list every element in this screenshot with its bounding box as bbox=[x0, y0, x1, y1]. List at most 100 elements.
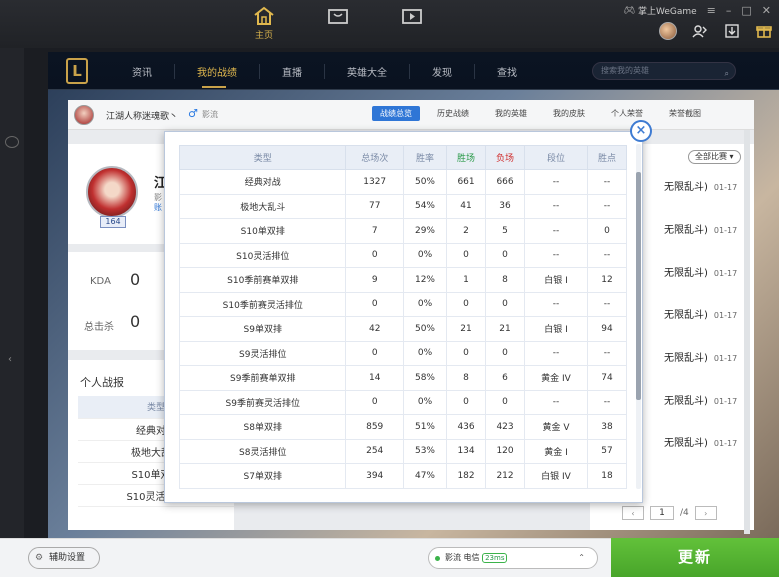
gamenav-search[interactable]: 查找 bbox=[475, 64, 539, 79]
stats-header-row: 类型 总场次 胜率 胜场 负场 段位 胜点 bbox=[178, 145, 628, 170]
match-item[interactable]: 无限乱斗) 01-17 bbox=[664, 434, 737, 449]
row-total: 859 bbox=[345, 414, 404, 440]
row-rank: -- bbox=[524, 218, 588, 244]
gamenav-discover[interactable]: 发现 bbox=[410, 64, 475, 79]
row-winrate: 47% bbox=[402, 463, 448, 489]
row-losses: 21 bbox=[485, 316, 526, 342]
row-type: S9单双排 bbox=[178, 316, 347, 342]
row-winrate: 58% bbox=[402, 365, 448, 391]
row-total: 0 bbox=[345, 340, 404, 366]
current-page[interactable]: 1 bbox=[650, 506, 674, 520]
popup-scroll-thumb[interactable] bbox=[636, 172, 641, 400]
home-nav-button[interactable]: 主页 bbox=[248, 6, 280, 41]
active-tab-indicator bbox=[202, 86, 226, 88]
match-item[interactable]: 无限乱斗) 01-17 bbox=[664, 178, 737, 193]
server-selector[interactable]: 影流 电信 23ms ⌃ bbox=[428, 547, 598, 569]
row-type: S8灵活排位 bbox=[178, 438, 347, 464]
user-avatar[interactable] bbox=[659, 22, 677, 40]
friends-icon[interactable] bbox=[691, 22, 709, 40]
match-mode: 无限乱斗) bbox=[664, 182, 708, 193]
stats-row: S7单双排 394 47% 182 212 白银 IV 18 bbox=[178, 463, 628, 489]
row-losses: 6 bbox=[485, 365, 526, 391]
col-points: 胜点 bbox=[586, 145, 628, 170]
server-ping: 23ms bbox=[482, 553, 508, 563]
tab-honor-screenshots[interactable]: 荣誉截图 bbox=[656, 108, 714, 121]
stats-row: S10单双排 7 29% 2 5 -- 0 bbox=[178, 218, 628, 244]
row-rank: 黄金 IV bbox=[524, 365, 588, 391]
assist-settings-button[interactable]: ⚙ 辅助设置 bbox=[28, 547, 100, 569]
minimize-icon[interactable]: – bbox=[726, 4, 732, 17]
row-losses: 120 bbox=[485, 438, 526, 464]
popup-scrollbar[interactable] bbox=[636, 144, 641, 489]
row-rank: -- bbox=[524, 193, 588, 219]
match-filter-dropdown[interactable]: 全部比赛 ▾ bbox=[688, 150, 741, 164]
row-total: 0 bbox=[345, 242, 404, 268]
row-rank: 白银 I bbox=[524, 316, 588, 342]
row-losses: 0 bbox=[485, 340, 526, 366]
video-nav-button[interactable] bbox=[396, 6, 428, 41]
next-page-button[interactable]: › bbox=[694, 506, 717, 520]
match-item[interactable]: 无限乱斗) 01-17 bbox=[664, 306, 737, 321]
gamenav-my-records[interactable]: 我的战绩 bbox=[175, 64, 260, 79]
stats-row: S8单双排 859 51% 436 423 黄金 V 38 bbox=[178, 414, 628, 440]
update-button[interactable]: 更新 bbox=[611, 538, 779, 577]
row-type: 极地大乱斗 bbox=[178, 193, 347, 219]
tab-my-skins[interactable]: 我的皮肤 bbox=[540, 108, 598, 121]
maximize-icon[interactable]: □ bbox=[741, 4, 751, 17]
row-points: 18 bbox=[586, 463, 628, 489]
row-points: 12 bbox=[586, 267, 628, 293]
gamenav-live[interactable]: 直播 bbox=[260, 64, 325, 79]
match-date: 01-17 bbox=[713, 226, 738, 235]
store-nav-button[interactable] bbox=[322, 6, 354, 41]
wegame-mobile-link[interactable]: 🎮︎ 掌上WeGame bbox=[624, 4, 697, 18]
row-losses: 0 bbox=[485, 291, 526, 317]
wegame-main-nav: 主页 bbox=[248, 6, 428, 41]
sidebar-marker-icon[interactable] bbox=[5, 136, 19, 148]
row-rank: 白银 I bbox=[524, 267, 588, 293]
match-item[interactable]: 无限乱斗) 01-17 bbox=[664, 392, 737, 407]
gamenav-heroes[interactable]: 英雄大全 bbox=[325, 64, 410, 79]
search-icon[interactable]: ⌕ bbox=[725, 66, 729, 82]
player-avatar bbox=[86, 166, 138, 218]
close-popup-icon[interactable]: × bbox=[630, 120, 652, 142]
player-name: 江湖人称迷魂歌丶 bbox=[106, 112, 179, 122]
match-item[interactable]: 无限乱斗) 01-17 bbox=[664, 349, 737, 364]
stats-row: S8灵活排位 254 53% 134 120 黄金 I 57 bbox=[178, 438, 628, 464]
col-type: 类型 bbox=[178, 145, 347, 170]
row-total: 0 bbox=[345, 291, 404, 317]
match-date: 01-17 bbox=[713, 354, 738, 363]
level-badge: 164 bbox=[100, 216, 126, 228]
col-total: 总场次 bbox=[345, 145, 404, 170]
menu-icon[interactable]: ≡ bbox=[707, 4, 716, 17]
page-scrollbar[interactable] bbox=[744, 130, 750, 534]
close-window-icon[interactable]: ✕ bbox=[762, 4, 771, 17]
sidebar-collapse-icon[interactable]: ‹ bbox=[8, 354, 12, 365]
row-winrate: 0% bbox=[402, 340, 448, 366]
stats-row: S9季前赛单双排 14 58% 8 6 黄金 IV 74 bbox=[178, 365, 628, 391]
gamenav-news[interactable]: 资讯 bbox=[110, 64, 175, 79]
profile-account-link[interactable]: 账 bbox=[154, 202, 162, 213]
row-rank: 黄金 I bbox=[524, 438, 588, 464]
stats-row: S9灵活排位 0 0% 0 0 -- -- bbox=[178, 340, 628, 366]
row-winrate: 0% bbox=[402, 242, 448, 268]
row-winrate: 50% bbox=[402, 169, 448, 195]
row-wins: 436 bbox=[446, 414, 487, 440]
match-item[interactable]: 无限乱斗) 01-17 bbox=[664, 264, 737, 279]
hero-search-input[interactable]: 搜索我的英雄 ⌕ bbox=[592, 62, 736, 80]
kda-label: KDA bbox=[90, 276, 111, 287]
tab-overview[interactable]: 战绩总览 bbox=[372, 106, 420, 121]
tab-my-heroes[interactable]: 我的英雄 bbox=[482, 108, 540, 121]
hero-search-placeholder: 搜索我的英雄 bbox=[601, 66, 649, 75]
records-header: 江湖人称迷魂歌丶 ♂ 影流 战绩总览 历史战绩 我的英雄 我的皮肤 个人荣誉 荣… bbox=[68, 100, 754, 130]
row-rank: 黄金 V bbox=[524, 414, 588, 440]
tab-honors[interactable]: 个人荣誉 bbox=[598, 108, 656, 121]
row-type: 经典对战 bbox=[178, 169, 347, 195]
stats-row: S10灵活排位 0 0% 0 0 -- -- bbox=[178, 242, 628, 268]
match-item[interactable]: 无限乱斗) 01-17 bbox=[664, 221, 737, 236]
gift-icon[interactable] bbox=[755, 22, 773, 40]
match-mode: 无限乱斗) bbox=[664, 310, 708, 321]
prev-page-button[interactable]: ‹ bbox=[622, 506, 644, 520]
tab-history[interactable]: 历史战绩 bbox=[424, 108, 482, 121]
download-icon[interactable] bbox=[723, 22, 741, 40]
row-total: 7 bbox=[345, 218, 404, 244]
